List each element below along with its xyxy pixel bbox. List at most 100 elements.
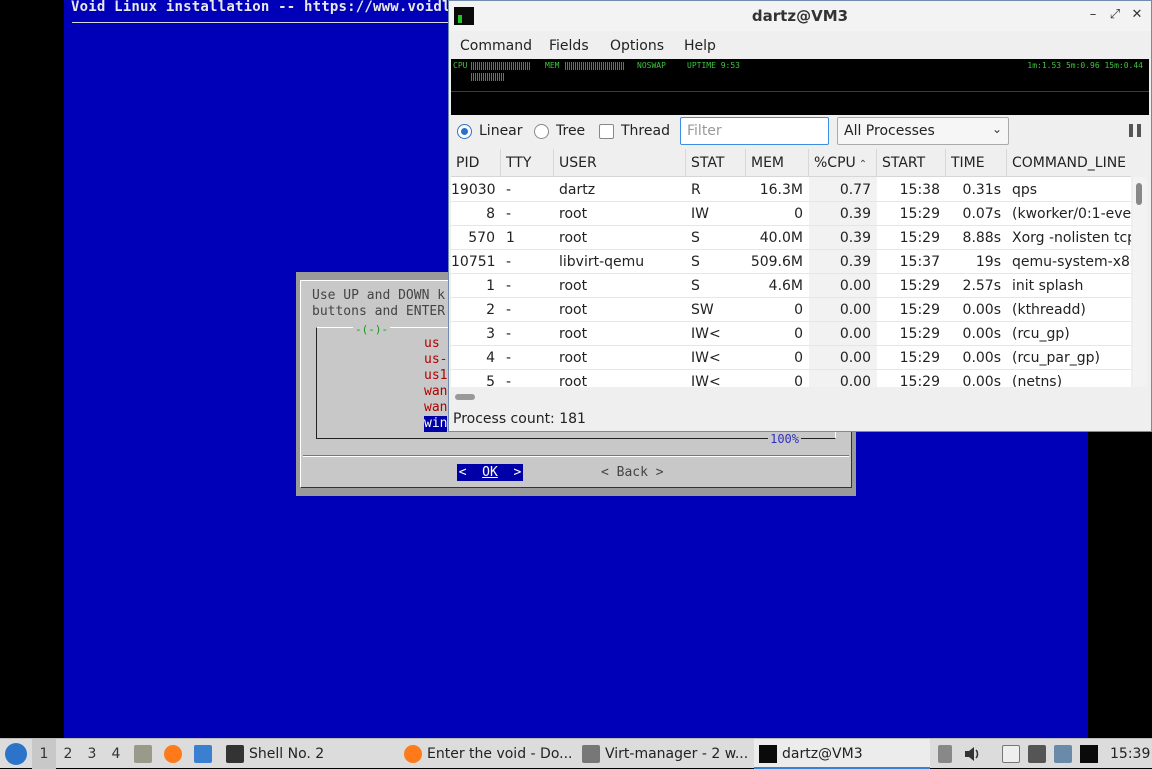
column-header-mem[interactable]: MEM <box>746 149 809 177</box>
task-virt-manager[interactable]: Virt-manager - 2 w... <box>578 739 750 769</box>
firefox-icon[interactable] <box>164 745 182 763</box>
cell-user: root <box>559 350 588 366</box>
cell-start: 15:29 <box>899 278 940 294</box>
cell-command: (kthreadd) <box>1012 302 1086 318</box>
task-qps[interactable]: dartz@VM3 <box>754 739 930 769</box>
cell-start: 15:37 <box>899 254 940 270</box>
cell-mem: 0 <box>794 326 803 342</box>
desktop-icon[interactable] <box>194 745 212 763</box>
app-menu-icon[interactable] <box>5 743 27 765</box>
menu-fields[interactable]: Fields <box>549 38 589 54</box>
column-header-cpu[interactable]: %CPU ⌃ <box>809 149 877 177</box>
notification-icon[interactable] <box>1054 745 1072 763</box>
volume-icon[interactable] <box>963 745 981 763</box>
list-item[interactable]: us1 <box>424 368 447 384</box>
cpu-monitor-icon[interactable] <box>1080 745 1098 763</box>
task-firefox[interactable]: Enter the void - Do... <box>400 739 572 769</box>
menubar: Command Fields Options Help <box>449 31 1151 59</box>
close-icon[interactable]: ✕ <box>1129 7 1145 23</box>
cell-user: libvirt-qemu <box>559 254 645 270</box>
table-row[interactable]: 1- root S 4.6M 0.00 15:29 2.57s init splash <box>451 274 1131 298</box>
tree-label[interactable]: Tree <box>556 123 585 139</box>
cell-time: 0.07s <box>962 206 1001 222</box>
workspace-3[interactable]: 3 <box>80 739 104 769</box>
list-item[interactable]: us <box>424 336 440 352</box>
workspace-1[interactable]: 1 <box>32 739 56 769</box>
graph-cpu-label: CPU <box>453 61 468 70</box>
maximize-icon[interactable]: ⤢ <box>1107 7 1123 23</box>
thread-checkbox[interactable] <box>599 124 614 139</box>
scrollbar-thumb[interactable] <box>455 394 475 400</box>
list-item-label: us- <box>424 352 448 367</box>
clock[interactable]: 15:39 <box>1110 739 1150 769</box>
menu-options[interactable]: Options <box>610 38 664 54</box>
cell-mem: 0 <box>794 302 803 318</box>
workspace-2[interactable]: 2 <box>56 739 80 769</box>
menu-help[interactable]: Help <box>684 38 716 54</box>
task-shell[interactable]: Shell No. 2 <box>222 739 392 769</box>
cell-tty: - <box>506 302 512 318</box>
cell-start: 15:29 <box>899 374 940 387</box>
list-item[interactable]: wan <box>424 400 447 416</box>
task-label: Virt-manager - 2 w... <box>605 746 749 762</box>
horizontal-scrollbar[interactable] <box>451 389 1131 403</box>
column-header-start[interactable]: START <box>877 149 946 177</box>
column-header-time[interactable]: TIME <box>946 149 1007 177</box>
virt-manager-icon <box>582 745 600 763</box>
table-row[interactable]: 3- root IW< 0 0.00 15:29 0.00s (rcu_gp) <box>451 322 1131 346</box>
table-row[interactable]: 19030- dartz R 16.3M 0.77 15:38 0.31s qps <box>451 178 1131 202</box>
workspace-4[interactable]: 4 <box>104 739 128 769</box>
table-row[interactable]: 8- root IW 0 0.39 15:29 0.07s (kworker/0:1-even… <box>451 202 1131 226</box>
table-header: PID TTY USER STAT MEM %CPU ⌃ START TIME C… <box>451 149 1131 177</box>
process-filter-select[interactable]: All Processes ⌄ <box>837 117 1009 145</box>
linear-label[interactable]: Linear <box>479 123 523 139</box>
process-table[interactable]: PID TTY USER STAT MEM %CPU ⌃ START TIME C… <box>451 149 1131 387</box>
cell-user: root <box>559 302 588 318</box>
cell-start: 15:29 <box>899 206 940 222</box>
cell-tty: - <box>506 350 512 366</box>
table-row[interactable]: 10751- libvirt-qemu S 509.6M 0.39 15:37 19s qem… <box>451 250 1131 274</box>
filter-input[interactable] <box>680 117 829 145</box>
linear-radio[interactable] <box>457 124 472 139</box>
back-button[interactable]: < Back > <box>601 464 664 481</box>
column-header-pid[interactable]: PID <box>451 149 501 177</box>
table-row[interactable]: 4- root IW< 0 0.00 15:29 0.00s (rcu_par_gp) <box>451 346 1131 370</box>
table-row[interactable]: 2- root SW 0 0.00 15:29 0.00s (kthreadd) <box>451 298 1131 322</box>
thread-label[interactable]: Thread <box>621 123 670 139</box>
column-header-stat[interactable]: STAT <box>686 149 746 177</box>
table-row[interactable]: 570 1 root S 40.0M 0.39 15:29 8.88s Xorg -nolist… <box>451 226 1131 250</box>
window-titlebar[interactable]: dartz@VM3 – ⤢ ✕ <box>449 1 1151 31</box>
cell-user: root <box>559 326 588 342</box>
column-header-user[interactable]: USER <box>554 149 686 177</box>
cell-stat: IW <box>691 206 709 222</box>
ok-button[interactable]: < OK > <box>457 464 523 481</box>
list-item[interactable]: wan <box>424 384 447 400</box>
cell-mem: 0 <box>794 206 803 222</box>
notes-icon[interactable] <box>1002 745 1020 763</box>
menu-command[interactable]: Command <box>460 38 532 54</box>
tree-radio[interactable] <box>534 124 549 139</box>
terminal-icon <box>226 745 244 763</box>
cell-mem: 0 <box>794 374 803 387</box>
table-row[interactable]: 5- root IW< 0 0.00 15:29 0.00s (netns) <box>451 370 1131 387</box>
dialog-instructions-line2: buttons and ENTER <box>312 304 446 319</box>
list-item-selected[interactable]: win <box>424 416 448 432</box>
cell-pid: 1 <box>486 278 495 294</box>
column-header-cpu-label: %CPU <box>814 155 856 171</box>
cell-command: Xorg -nolisten tcp <box>1012 230 1131 246</box>
file-manager-icon[interactable] <box>134 745 152 763</box>
vertical-scrollbar[interactable] <box>1133 177 1147 387</box>
pause-icon[interactable] <box>1129 124 1141 137</box>
clipboard-icon[interactable] <box>938 745 952 763</box>
cell-time: 0.31s <box>962 182 1001 198</box>
network-icon[interactable] <box>1028 745 1046 763</box>
cell-time: 2.57s <box>962 278 1001 294</box>
scrollbar-thumb[interactable] <box>1136 183 1142 205</box>
column-header-tty[interactable]: TTY <box>501 149 554 177</box>
minimize-icon[interactable]: – <box>1085 7 1101 23</box>
list-item-label: wan <box>424 400 448 415</box>
mem-bar <box>565 62 625 70</box>
list-item[interactable]: us- <box>424 352 447 368</box>
column-header-command[interactable]: COMMAND_LINE <box>1007 149 1131 177</box>
cell-command: qemu-system-x86_64 <box>1012 254 1131 270</box>
